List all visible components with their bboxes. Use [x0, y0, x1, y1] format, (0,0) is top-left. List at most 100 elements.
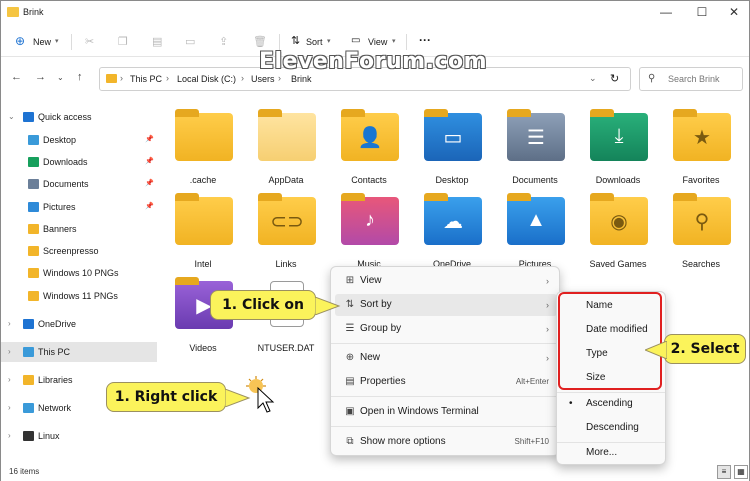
- menu-item-properties[interactable]: ▤ Properties Alt+Enter: [335, 371, 557, 393]
- menu-separator: [331, 426, 559, 427]
- file-item[interactable]: ♪ Music: [331, 193, 407, 277]
- file-item[interactable]: ⚲ Searches: [663, 193, 739, 277]
- tiles-view-icon[interactable]: ▦: [734, 465, 748, 479]
- paste-icon[interactable]: ▤: [152, 33, 162, 51]
- download-icon: [28, 157, 39, 167]
- file-item[interactable]: 👤 Contacts: [331, 109, 407, 193]
- folder-icon: ⊂⊃: [258, 193, 316, 245]
- pin-icon: 📌: [145, 136, 154, 143]
- sort-order-ascending[interactable]: • Ascending: [557, 393, 665, 415]
- breadcrumb-users[interactable]: Users: [251, 74, 275, 84]
- status-bar: 16 items ≡ ▦: [1, 463, 749, 481]
- breadcrumb-brink[interactable]: Brink: [291, 74, 312, 84]
- callout-click-on: 1. Click on: [210, 290, 341, 320]
- menu-item-label: Group by: [360, 323, 402, 334]
- folder-tab: [175, 109, 199, 117]
- file-item[interactable]: ◉ Saved Games: [580, 193, 656, 277]
- sidebar-item[interactable]: › OneDrive: [1, 314, 157, 334]
- new-button[interactable]: New: [33, 33, 51, 51]
- breadcrumb-this-pc[interactable]: This PC: [130, 74, 162, 84]
- chevron-right-icon: ›: [241, 73, 244, 83]
- sidebar-item[interactable]: › Linux: [1, 426, 157, 446]
- chevron-right-icon[interactable]: ›: [8, 342, 11, 362]
- file-item[interactable]: ▲ Pictures: [497, 193, 573, 277]
- copy-icon[interactable]: ❐: [118, 33, 128, 51]
- file-item[interactable]: Intel: [165, 193, 241, 277]
- menu-item-label: Properties: [360, 376, 406, 387]
- menu-separator: [331, 396, 559, 397]
- file-name: Downloads: [595, 175, 641, 185]
- recent-chevron-icon[interactable]: ⌄: [57, 73, 64, 82]
- file-item[interactable]: ☁ OneDrive: [414, 193, 490, 277]
- sidebar-item[interactable]: ⌄ Quick access: [1, 107, 157, 127]
- menu-item-show-more-options[interactable]: ⧉ Show more options Shift+F10: [335, 431, 557, 453]
- sidebar-item-label: Banners: [43, 224, 77, 234]
- sort-option-label: Ascending: [586, 398, 633, 409]
- sort-option-more[interactable]: More...: [557, 442, 665, 464]
- sidebar-item-label: Pictures: [43, 202, 76, 212]
- folder-icon: ☁: [424, 193, 482, 245]
- chevron-down-icon[interactable]: ⌄: [589, 73, 597, 84]
- chevron-right-icon: ›: [546, 300, 549, 310]
- menu-item-open-terminal[interactable]: ▣ Open in Windows Terminal: [335, 401, 557, 423]
- sidebar-item-label: Quick access: [38, 112, 92, 122]
- breadcrumb-local-disk[interactable]: Local Disk (C:): [177, 74, 236, 84]
- file-item[interactable]: ▭ Desktop: [414, 109, 490, 193]
- chevron-right-icon[interactable]: ›: [8, 314, 11, 334]
- sort-icon: ⇅: [345, 299, 355, 310]
- file-item[interactable]: .cache: [165, 109, 241, 193]
- sidebar-item[interactable]: Desktop 📌: [1, 130, 157, 150]
- menu-item-sort-by[interactable]: ⇅ Sort by ›: [335, 294, 557, 316]
- details-view-icon[interactable]: ≡: [717, 465, 731, 479]
- refresh-icon[interactable]: ↻: [610, 72, 619, 85]
- sort-order-descending[interactable]: Descending: [557, 417, 665, 439]
- folder-icon: ☰: [507, 109, 565, 161]
- more-options-icon: ⧉: [346, 436, 354, 447]
- file-item[interactable]: ★ Favorites: [663, 109, 739, 193]
- chevron-right-icon[interactable]: ›: [8, 370, 11, 390]
- folder-glyph: ⤓: [614, 125, 624, 147]
- sidebar-item[interactable]: › This PC: [1, 342, 157, 362]
- cut-icon[interactable]: ✂: [85, 33, 94, 51]
- folder-glyph: ▭: [443, 127, 463, 149]
- folder-tab: [175, 193, 199, 201]
- minimize-button[interactable]: —: [649, 1, 683, 25]
- file-name: Searches: [681, 259, 721, 269]
- file-item[interactable]: ⤓ Downloads: [580, 109, 656, 193]
- chevron-right-icon: ›: [166, 73, 169, 83]
- share-icon[interactable]: ⇪: [219, 33, 228, 51]
- close-button[interactable]: ✕: [717, 1, 750, 25]
- forward-arrow-icon[interactable]: →: [35, 71, 46, 83]
- sidebar-item[interactable]: Downloads 📌: [1, 152, 157, 172]
- file-name: Documents: [512, 175, 558, 185]
- file-item[interactable]: ☰ Documents: [497, 109, 573, 193]
- file-item[interactable]: AppData: [248, 109, 324, 193]
- sidebar-item[interactable]: Windows 10 PNGs: [1, 263, 157, 283]
- document-icon: [28, 179, 39, 189]
- sidebar-item[interactable]: Documents 📌: [1, 174, 157, 194]
- menu-item-view[interactable]: ⊞ View ›: [335, 270, 557, 292]
- chevron-down-icon[interactable]: ⌄: [8, 107, 15, 127]
- more-options-button[interactable]: ···: [419, 31, 431, 49]
- toolbar-divider: [71, 34, 72, 50]
- callout-select: 2. Select: [645, 334, 746, 364]
- sidebar-item[interactable]: Pictures 📌: [1, 197, 157, 217]
- menu-item-group-by[interactable]: ☰ Group by ›: [335, 318, 557, 340]
- rename-icon[interactable]: ▭: [185, 33, 195, 51]
- maximize-button[interactable]: ☐: [685, 1, 719, 25]
- menu-item-new[interactable]: ⊕ New ›: [335, 347, 557, 369]
- sidebar-item[interactable]: Screenpresso: [1, 241, 157, 261]
- file-name: Links: [275, 259, 297, 269]
- chevron-right-icon[interactable]: ›: [8, 426, 11, 446]
- chevron-right-icon: ›: [278, 73, 281, 83]
- sidebar-item[interactable]: Banners: [1, 219, 157, 239]
- chevron-right-icon: ›: [546, 324, 549, 334]
- search-input[interactable]: ⚲ Search Brink: [639, 67, 743, 91]
- chevron-right-icon[interactable]: ›: [8, 398, 11, 418]
- sidebar-item[interactable]: Windows 11 PNGs: [1, 286, 157, 306]
- back-arrow-icon[interactable]: ←: [11, 71, 22, 83]
- file-item[interactable]: ⊂⊃ Links: [248, 193, 324, 277]
- up-arrow-icon[interactable]: ↑: [77, 71, 83, 83]
- view-icon: ▭: [351, 35, 361, 46]
- terminal-icon: ▣: [345, 406, 355, 417]
